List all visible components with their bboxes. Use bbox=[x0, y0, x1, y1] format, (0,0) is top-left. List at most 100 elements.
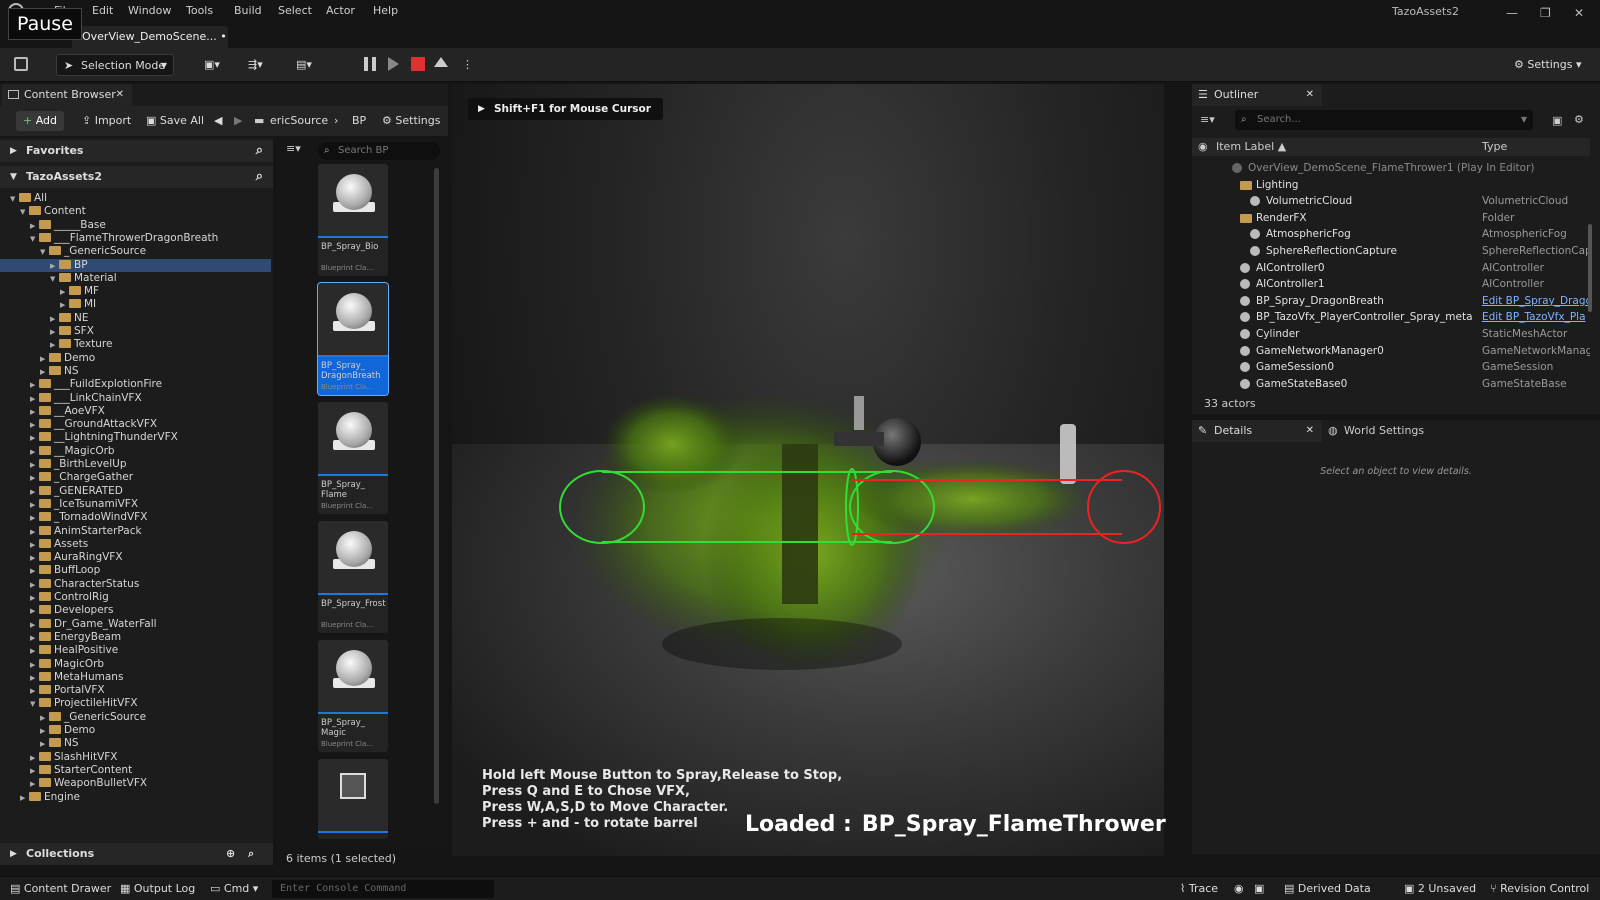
asset-scrollbar[interactable] bbox=[434, 168, 439, 804]
eject-icon[interactable] bbox=[434, 57, 448, 67]
outliner-row[interactable]: GameStateBase0 GameStateBase bbox=[1192, 376, 1590, 392]
tree-folder-item[interactable]: ▶ SFX bbox=[0, 325, 271, 338]
edit-blueprint-link[interactable]: Edit BP_TazoVfx_Pla bbox=[1482, 309, 1590, 325]
outliner-row[interactable]: GameNetworkManager0 GameNetworkManag bbox=[1192, 343, 1590, 359]
minimize-icon[interactable]: — bbox=[1506, 6, 1518, 20]
more-options-icon[interactable]: ⋮ bbox=[462, 54, 473, 76]
tree-folder-item[interactable]: ▶ AuraRingVFX bbox=[0, 551, 271, 564]
tree-folder-item[interactable]: ▼ ___FlameThrowerDragonBreath bbox=[0, 232, 271, 245]
chevron-right-icon[interactable]: ▶ bbox=[40, 366, 49, 379]
item-label-column[interactable]: Item Label ▲ bbox=[1216, 138, 1286, 156]
chevron-right-icon[interactable]: ▶ bbox=[30, 419, 39, 432]
chevron-right-icon[interactable]: ▶ bbox=[40, 712, 49, 725]
chevron-down-icon[interactable]: ▼ bbox=[20, 206, 29, 219]
favorites-header[interactable]: ▶ Favorites ⌕ bbox=[0, 140, 273, 162]
blueprint-icon[interactable]: ⇶▾ bbox=[248, 54, 278, 76]
menu-tools[interactable]: Tools bbox=[186, 4, 213, 17]
edit-blueprint-link[interactable]: Edit BP_Spray_Dragc bbox=[1482, 293, 1590, 309]
chevron-right-icon[interactable]: ▶ bbox=[30, 778, 39, 791]
chevron-right-icon[interactable]: ▶ bbox=[40, 725, 49, 738]
menu-build[interactable]: Build bbox=[234, 4, 262, 17]
outliner-row[interactable]: BP_TazoVfx_PlayerController_Spray_metaHu… bbox=[1192, 309, 1590, 325]
tree-folder-item[interactable]: ▶ ___LinkChainVFX bbox=[0, 392, 271, 405]
asset-tile[interactable]: BP_Spray_ DragonBreath Blueprint Cla... bbox=[317, 282, 389, 396]
details-tab[interactable]: ✎ Details ✕ bbox=[1192, 420, 1322, 442]
outliner-row[interactable]: AIController1 AIController bbox=[1192, 276, 1590, 292]
tree-folder-item[interactable]: ▼ All bbox=[0, 192, 271, 205]
chevron-right-icon[interactable]: ▶ bbox=[30, 672, 39, 685]
tree-folder-item[interactable]: ▶ MF bbox=[0, 285, 271, 298]
tree-folder-item[interactable]: ▶ NS bbox=[0, 737, 271, 750]
document-tab[interactable]: OverView_DemoScene... • bbox=[72, 26, 228, 48]
outliner-row[interactable]: OverView_DemoScene_FlameThrower1 (Play I… bbox=[1192, 160, 1590, 176]
screenshot-icon[interactable]: ▣ bbox=[1254, 882, 1264, 895]
project-header[interactable]: ▼ TazoAssets2 ⌕ bbox=[0, 166, 273, 188]
chevron-right-icon[interactable]: ▶ bbox=[30, 432, 39, 445]
chevron-right-icon[interactable]: ▶ bbox=[20, 792, 29, 805]
tree-folder-item[interactable]: ▶ AnimStarterPack bbox=[0, 525, 271, 538]
tree-folder-item[interactable]: ▶ Engine bbox=[0, 791, 271, 804]
outliner-row[interactable]: AtmosphericFog AtmosphericFog bbox=[1192, 226, 1590, 242]
chevron-right-icon[interactable]: ▶ bbox=[30, 605, 39, 618]
type-column[interactable]: Type bbox=[1482, 138, 1507, 156]
search-icon[interactable]: ⌕ bbox=[256, 140, 263, 162]
chevron-right-icon[interactable]: ▶ bbox=[30, 220, 39, 233]
tree-folder-item[interactable]: ▶ Demo bbox=[0, 724, 271, 737]
step-icon[interactable] bbox=[388, 57, 399, 71]
chevron-right-icon[interactable]: ▶ bbox=[30, 619, 39, 632]
chevron-right-icon[interactable]: ▶ bbox=[30, 592, 39, 605]
gear-icon[interactable]: ⚙ bbox=[1574, 113, 1584, 126]
import-button[interactable]: ⇪ Import bbox=[82, 114, 131, 127]
chevron-right-icon[interactable]: ▶ bbox=[60, 286, 69, 299]
asset-search-input[interactable]: ⌕ Search BP bbox=[318, 142, 440, 160]
add-button[interactable]: + Add bbox=[16, 111, 64, 131]
chevron-right-icon[interactable]: ▶ bbox=[30, 499, 39, 512]
tree-folder-item[interactable]: ▼ Content bbox=[0, 205, 271, 218]
outliner-row[interactable]: GameSession0 GameSession bbox=[1192, 359, 1590, 375]
chevron-right-icon[interactable]: ▶ bbox=[30, 446, 39, 459]
asset-tile[interactable]: BP_Spray_Bio Blueprint Cla... bbox=[318, 164, 388, 276]
outliner-tab[interactable]: ☰ Outliner ✕ bbox=[1192, 84, 1322, 106]
tree-folder-item[interactable]: ▶ _TornadoWindVFX bbox=[0, 511, 271, 524]
chevron-down-icon[interactable]: ▼ bbox=[40, 246, 49, 259]
close-icon[interactable]: ✕ bbox=[1306, 420, 1314, 442]
tree-folder-item[interactable]: ▶ Demo bbox=[0, 352, 271, 365]
save-icon[interactable] bbox=[14, 57, 28, 71]
chevron-right-icon[interactable]: ▶ bbox=[30, 685, 39, 698]
pause-icon[interactable] bbox=[364, 57, 376, 71]
chevron-right-icon[interactable]: ▶ bbox=[30, 579, 39, 592]
maximize-icon[interactable]: ❐ bbox=[1540, 6, 1551, 20]
chevron-right-icon[interactable]: ▶ bbox=[30, 379, 39, 392]
outliner-scrollbar[interactable] bbox=[1588, 224, 1592, 312]
chevron-right-icon[interactable]: ▶ bbox=[60, 299, 69, 312]
tree-folder-item[interactable]: ▶ __AoeVFX bbox=[0, 405, 271, 418]
close-icon[interactable]: ✕ bbox=[116, 84, 124, 106]
tree-folder-item[interactable]: ▶ MagicOrb bbox=[0, 658, 271, 671]
tree-folder-item[interactable]: ▶ __LightningThunderVFX bbox=[0, 431, 271, 444]
outliner-row[interactable]: Cylinder StaticMeshActor bbox=[1192, 326, 1590, 342]
tree-folder-item[interactable]: ▶ _GenericSource bbox=[0, 711, 271, 724]
tree-folder-item[interactable]: ▶ _ChargeGather bbox=[0, 471, 271, 484]
selection-mode-dropdown[interactable]: ➤ Selection Mode ▼ bbox=[56, 54, 174, 76]
tree-folder-item[interactable]: ▶ BP bbox=[0, 258, 271, 272]
unsaved-button[interactable]: ▣ 2 Unsaved bbox=[1404, 882, 1476, 895]
chevron-right-icon[interactable]: ▶ bbox=[30, 539, 39, 552]
tree-folder-item[interactable]: ▶ BuffLoop bbox=[0, 564, 271, 577]
menu-window[interactable]: Window bbox=[128, 4, 171, 17]
collections-header[interactable]: ▶ Collections ⊕ ⌕ bbox=[0, 843, 273, 865]
filter-icon[interactable]: ≡▾ bbox=[1200, 113, 1215, 126]
tree-folder-item[interactable]: ▼ ProjectileHitVFX bbox=[0, 697, 271, 710]
world-settings-tab[interactable]: ◍ World Settings bbox=[1326, 420, 1424, 442]
chevron-down-icon[interactable]: ▼ bbox=[30, 698, 39, 711]
tree-folder-item[interactable]: ▶ ___FuildExplotionFire bbox=[0, 378, 271, 391]
add-collection-icon[interactable]: ⊕ bbox=[226, 843, 235, 865]
stop-icon[interactable] bbox=[411, 57, 425, 71]
settings-button[interactable]: ⚙ Settings ▾ bbox=[1514, 54, 1582, 76]
tree-folder-item[interactable]: ▶ PortalVFX bbox=[0, 684, 271, 697]
derived-data-button[interactable]: ▤ Derived Data bbox=[1284, 882, 1371, 895]
chevron-right-icon[interactable]: ▶ bbox=[30, 393, 39, 406]
asset-tile[interactable]: BP_Spray_ Magic Blueprint Cla... bbox=[318, 640, 388, 752]
asset-tile[interactable] bbox=[318, 759, 388, 839]
chevron-right-icon[interactable]: ▶ bbox=[30, 752, 39, 765]
breadcrumb-generic-source[interactable]: ericSource bbox=[270, 114, 328, 127]
